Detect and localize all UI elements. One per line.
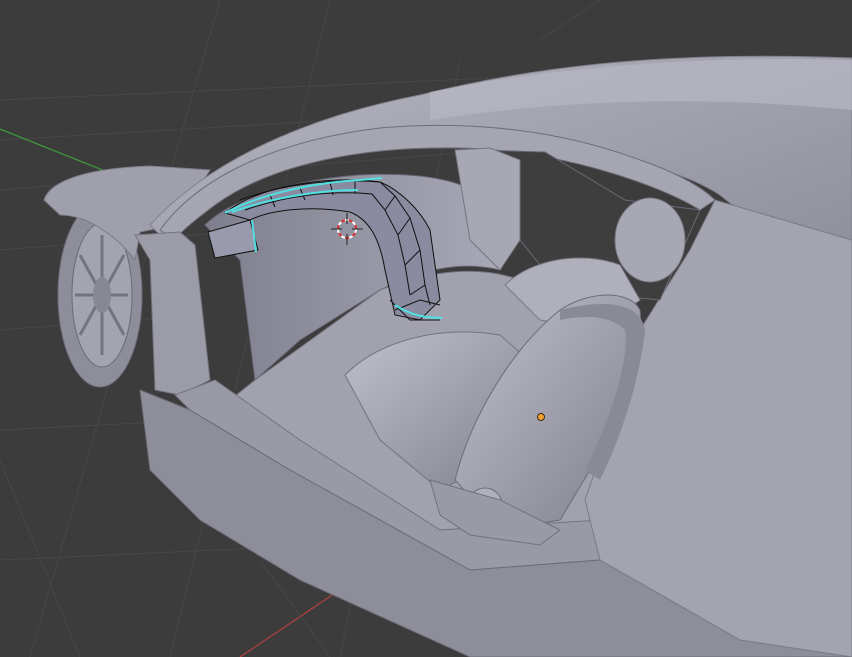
object-origin-icon[interactable] [537, 413, 545, 421]
viewport-canvas[interactable] [0, 0, 852, 657]
y-axis-line [0, 128, 116, 176]
car-model[interactable] [43, 55, 852, 657]
rear-headrest[interactable] [614, 197, 686, 283]
3d-viewport[interactable] [0, 0, 852, 657]
